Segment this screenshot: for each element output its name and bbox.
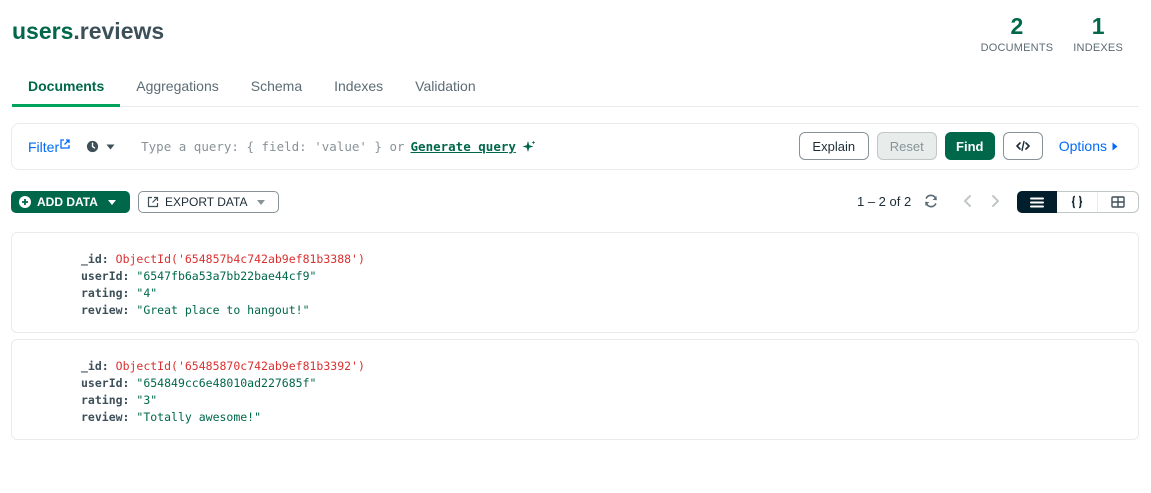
indexes-label: INDEXES bbox=[1073, 42, 1123, 54]
tab-documents[interactable]: Documents bbox=[12, 68, 121, 107]
find-button[interactable]: Find bbox=[944, 132, 995, 160]
reset-button[interactable]: Reset bbox=[876, 132, 937, 160]
query-history-button[interactable] bbox=[86, 140, 115, 153]
query-input[interactable]: Type a query: { field: 'value' } or Gene… bbox=[141, 139, 536, 154]
options-label: Options bbox=[1058, 138, 1107, 154]
document-field: rating: "3" bbox=[81, 393, 158, 407]
document-field: userId: "654849cc6e48010ad227685f" bbox=[81, 376, 317, 390]
document-field: review: "Totally awesome!" bbox=[81, 410, 262, 424]
caret-right-icon bbox=[1112, 142, 1118, 150]
field-key: _id bbox=[81, 359, 102, 373]
document-field: _id: ObjectId('654857b4c742ab9ef81b3388'… bbox=[81, 252, 365, 266]
tab-validation[interactable]: Validation bbox=[399, 68, 491, 106]
json-view-button[interactable] bbox=[1057, 192, 1097, 212]
field-key: _id bbox=[81, 252, 102, 266]
field-value: "4" bbox=[136, 286, 158, 300]
tab-aggregations[interactable]: Aggregations bbox=[120, 68, 235, 106]
code-icon bbox=[1015, 140, 1030, 152]
query-bar: Filter Type a query: { field: 'value' } … bbox=[11, 123, 1139, 170]
field-value: "Totally awesome!" bbox=[136, 410, 262, 424]
field-key: userId bbox=[81, 269, 123, 283]
documents-toolbar: ADD DATA EXPORT DATA 1 – 2 of 2 bbox=[11, 191, 1139, 213]
add-data-button[interactable]: ADD DATA bbox=[11, 191, 130, 213]
field-key: rating bbox=[81, 393, 123, 407]
filter-docs-link[interactable]: Filter bbox=[28, 139, 70, 155]
query-actions: Explain Reset Find Options bbox=[798, 132, 1118, 160]
tab-indexes[interactable]: Indexes bbox=[318, 68, 399, 106]
caret-down-icon bbox=[107, 199, 116, 205]
collection-tabs: Documents Aggregations Schema Indexes Va… bbox=[12, 68, 1139, 107]
query-placeholder: Type a query: { field: 'value' } or bbox=[141, 139, 405, 154]
documents-count: 2 bbox=[1010, 13, 1024, 39]
document-field: _id: ObjectId('65485870c742ab9ef81b3392'… bbox=[81, 359, 365, 373]
document-field: review: "Great place to hangout!" bbox=[81, 303, 310, 317]
document-card[interactable]: _id: ObjectId('654857b4c742ab9ef81b3388'… bbox=[11, 232, 1139, 333]
collection-name: reviews bbox=[79, 18, 165, 44]
document-field: rating: "4" bbox=[81, 286, 158, 300]
add-data-label: ADD DATA bbox=[37, 195, 98, 209]
documents-stat[interactable]: 2 DOCUMENTS bbox=[981, 12, 1054, 54]
field-value: ObjectId('654857b4c742ab9ef81b3388') bbox=[115, 252, 365, 266]
options-toggle[interactable]: Options bbox=[1059, 138, 1118, 154]
tab-schema[interactable]: Schema bbox=[235, 68, 318, 106]
curly-braces-icon bbox=[1071, 195, 1083, 209]
field-key: rating bbox=[81, 286, 123, 300]
export-data-label: EXPORT DATA bbox=[165, 195, 248, 209]
documents-label: DOCUMENTS bbox=[980, 42, 1054, 54]
export-data-button[interactable]: EXPORT DATA bbox=[138, 191, 279, 213]
field-key: userId bbox=[81, 376, 123, 390]
indexes-stat[interactable]: 1 INDEXES bbox=[1073, 12, 1123, 54]
collection-stats: 2 DOCUMENTS 1 INDEXES bbox=[981, 12, 1123, 54]
field-value: "3" bbox=[136, 393, 158, 407]
database-name: users bbox=[12, 18, 74, 44]
filter-label: Filter bbox=[28, 138, 60, 155]
refresh-icon[interactable] bbox=[923, 193, 939, 209]
table-view-button[interactable] bbox=[1097, 192, 1138, 212]
field-value: "654849cc6e48010ad227685f" bbox=[136, 376, 317, 390]
table-icon bbox=[1111, 196, 1125, 208]
field-key: review bbox=[81, 303, 123, 317]
document-card[interactable]: _id: ObjectId('65485870c742ab9ef81b3392'… bbox=[11, 339, 1139, 440]
caret-down-icon bbox=[257, 199, 266, 205]
caret-down-icon bbox=[106, 144, 115, 149]
generate-query-link[interactable]: Generate query bbox=[411, 139, 516, 154]
chevron-left-icon[interactable] bbox=[961, 193, 975, 209]
field-value: ObjectId('65485870c742ab9ef81b3392') bbox=[115, 359, 365, 373]
clock-icon bbox=[87, 140, 99, 153]
pagination-text: 1 – 2 of 2 bbox=[857, 194, 912, 209]
explain-button[interactable]: Explain bbox=[798, 132, 869, 160]
sparkle-icon bbox=[522, 140, 536, 152]
field-key: review bbox=[81, 410, 123, 424]
plus-circle-icon bbox=[19, 196, 31, 208]
view-mode-toggle bbox=[1017, 191, 1139, 213]
list-view-button[interactable] bbox=[1017, 191, 1057, 213]
chevron-right-icon[interactable] bbox=[988, 193, 1002, 209]
code-view-button[interactable] bbox=[1002, 132, 1043, 160]
field-value: "6547fb6a53a7bb22bae44cf9" bbox=[136, 269, 317, 283]
field-value: "Great place to hangout!" bbox=[136, 303, 310, 317]
external-link-icon bbox=[60, 138, 70, 149]
document-field: userId: "6547fb6a53a7bb22bae44cf9" bbox=[81, 269, 317, 283]
list-icon bbox=[1030, 197, 1044, 207]
export-icon bbox=[147, 196, 159, 208]
collection-title: users.reviews bbox=[12, 18, 164, 45]
indexes-count: 1 bbox=[1091, 13, 1105, 39]
